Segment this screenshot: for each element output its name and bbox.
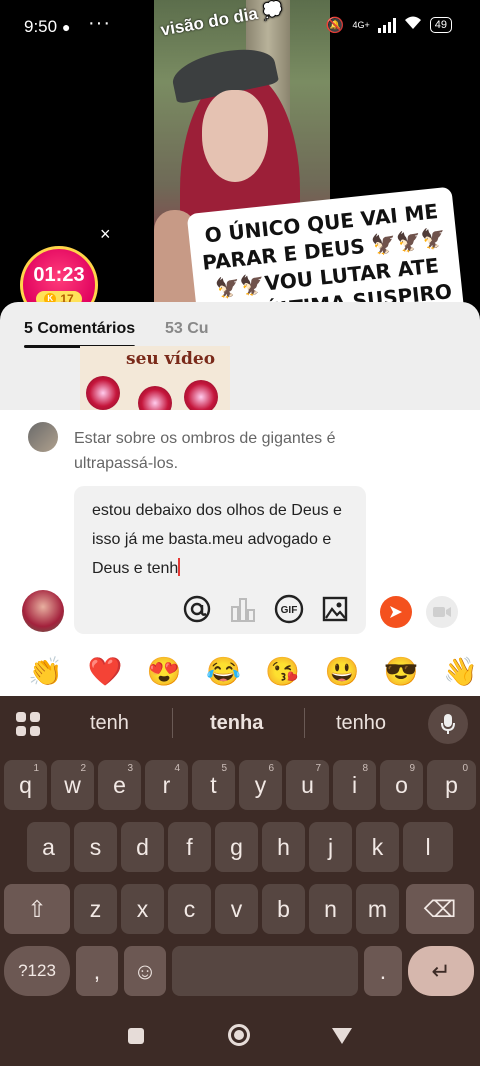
comment-input[interactable]: estou debaixo dos olhos de Deus e isso j… (74, 486, 366, 634)
enter-key[interactable]: ↵ (408, 946, 474, 996)
comments-sheet-header: 5 Comentários 53 Cu seu vídeo (0, 302, 480, 410)
svg-text:GIF: GIF (281, 605, 298, 616)
key-e[interactable]: e3 (98, 760, 141, 810)
image-icon[interactable] (320, 594, 350, 624)
symbols-key[interactable]: ?123 (4, 946, 70, 996)
tab-comments[interactable]: 5 Comentários (24, 320, 136, 348)
comment-input-text[interactable]: estou debaixo dos olhos de Deus e isso j… (92, 496, 354, 583)
space-key[interactable] (172, 946, 358, 996)
key-c[interactable]: c (168, 884, 211, 934)
key-o[interactable]: o9 (380, 760, 423, 810)
key-v[interactable]: v (215, 884, 258, 934)
key-u[interactable]: u7 (286, 760, 329, 810)
my-avatar (22, 590, 64, 632)
key-r[interactable]: r4 (145, 760, 188, 810)
status-time: 9:50 (24, 17, 58, 36)
close-icon[interactable]: × (100, 224, 111, 245)
replied-comment-text: Estar sobre os ombros de gigantes é ultr… (74, 430, 336, 472)
key-h[interactable]: h (262, 822, 305, 872)
video-thumbnail: seu vídeo (80, 346, 230, 410)
key-b[interactable]: b (262, 884, 305, 934)
chart-icon[interactable] (228, 594, 258, 624)
send-button[interactable] (380, 596, 412, 628)
backspace-key[interactable]: ⌫ (406, 884, 474, 934)
suggestion-strip: tenh tenha tenho (0, 696, 480, 752)
microphone-icon[interactable] (428, 704, 468, 744)
divider (172, 708, 173, 738)
apps-grid-icon[interactable] (16, 712, 40, 736)
gif-icon[interactable]: GIF (274, 594, 304, 624)
key-n[interactable]: n (309, 884, 352, 934)
emoji-wave[interactable]: 👋 (441, 650, 480, 696)
at-icon[interactable] (182, 594, 212, 624)
key-t[interactable]: t5 (192, 760, 235, 810)
emoji-joy[interactable]: 😂 (204, 650, 243, 696)
key-l[interactable]: l (403, 822, 453, 872)
video-reply-button[interactable] (426, 596, 458, 628)
more-notifications-icon: ··· (88, 12, 111, 34)
emoji-kiss[interactable]: 😘 (263, 650, 302, 696)
key-a[interactable]: a (27, 822, 70, 872)
battery-icon: 49 (429, 17, 452, 33)
signal-icon (377, 17, 396, 33)
notification-icon: ● (62, 19, 71, 35)
key-j[interactable]: j (309, 822, 352, 872)
mute-icon: 🔕 (325, 17, 345, 34)
soft-keyboard: tenh tenha tenho q1 w2 e3 r4 t5 y6 u7 i8… (0, 696, 480, 1066)
emoji-smile[interactable]: 😃 (322, 650, 361, 696)
wifi-icon (404, 16, 422, 34)
key-f[interactable]: f (168, 822, 211, 872)
video-camera-icon (433, 607, 451, 617)
divider (304, 708, 305, 738)
key-w[interactable]: w2 (51, 760, 94, 810)
send-icon (390, 606, 402, 618)
avatar (28, 422, 58, 452)
emoji-clap[interactable]: 👏 (26, 650, 65, 696)
network-type: 4G+ (352, 20, 370, 30)
tab-other[interactable]: 53 Cu (165, 320, 209, 338)
emoji-sunglasses[interactable]: 😎 (382, 650, 421, 696)
key-y[interactable]: y6 (239, 760, 282, 810)
emoji-heart[interactable]: ❤️ (85, 650, 124, 696)
key-g[interactable]: g (215, 822, 258, 872)
key-x[interactable]: x (121, 884, 164, 934)
key-p[interactable]: p0 (427, 760, 476, 810)
key-z[interactable]: z (74, 884, 117, 934)
key-k[interactable]: k (356, 822, 399, 872)
emoji-heart-eyes[interactable]: 😍 (145, 650, 184, 696)
suggestion-right[interactable]: tenho (336, 712, 386, 735)
status-bar: 9:50 ● ··· 🔕 4G+ 49 (0, 0, 480, 54)
quick-emoji-row: 👏 ❤️ 😍 😂 😘 😃 😎 👋 (0, 650, 480, 696)
key-s[interactable]: s (74, 822, 117, 872)
comma-key[interactable]: , (76, 946, 118, 996)
shift-key[interactable]: ⇧ (4, 884, 70, 934)
text-caret (178, 558, 181, 576)
key-i[interactable]: i8 (333, 760, 376, 810)
key-q[interactable]: q1 (4, 760, 47, 810)
recents-icon[interactable] (128, 1028, 144, 1044)
key-m[interactable]: m (356, 884, 399, 934)
emoji-key[interactable]: ☺ (124, 946, 166, 996)
reply-panel: Estar sobre os ombros de gigantes é ultr… (0, 410, 480, 696)
suggestion-left[interactable]: tenh (90, 712, 129, 735)
thumbnail-text: seu vídeo (126, 349, 216, 369)
period-key[interactable]: . (364, 946, 402, 996)
system-nav-bar (0, 1010, 480, 1066)
back-icon[interactable] (332, 1028, 352, 1044)
key-d[interactable]: d (121, 822, 164, 872)
home-icon[interactable] (228, 1024, 250, 1046)
timer-text: 01:23 (33, 263, 85, 286)
suggestion-center[interactable]: tenha (210, 712, 263, 735)
person-face (202, 90, 268, 182)
